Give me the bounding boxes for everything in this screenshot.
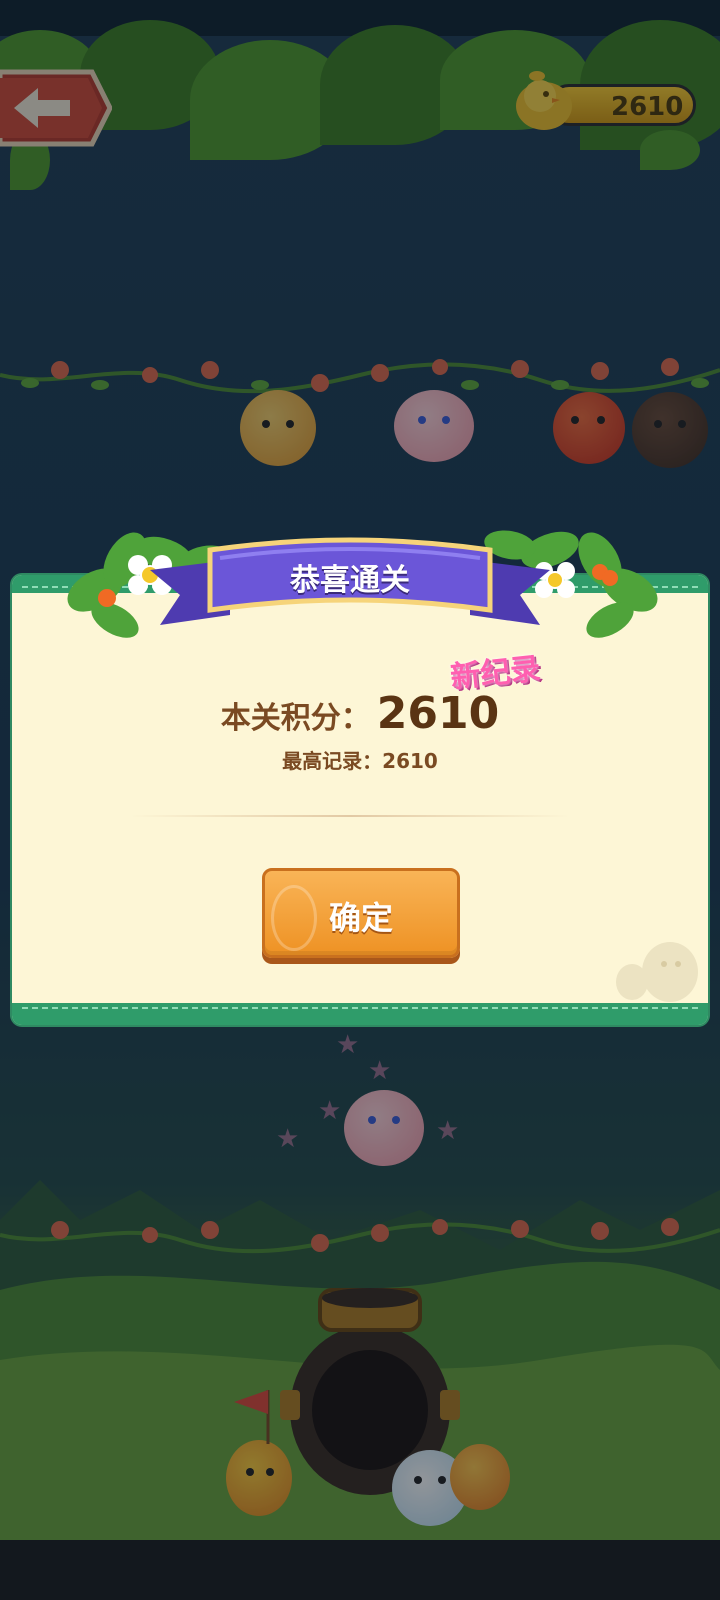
confirm-button[interactable]: 确定: [262, 868, 460, 958]
best-record-row: 最高记录：2610: [0, 745, 720, 774]
score-label: 本关积分：: [220, 701, 371, 736]
score-value: 2610: [376, 688, 500, 739]
dialog-bottom-border: [12, 1003, 708, 1025]
confirm-label: 确定: [328, 899, 393, 937]
dialog-title: 恭喜通关: [290, 563, 410, 598]
score-row: 本关积分： 2610: [0, 688, 720, 739]
best-value: 2610: [382, 749, 438, 773]
divider: [130, 815, 570, 817]
best-label: 最高记录：: [282, 749, 383, 773]
chick-watermark-icon: [616, 942, 698, 1002]
